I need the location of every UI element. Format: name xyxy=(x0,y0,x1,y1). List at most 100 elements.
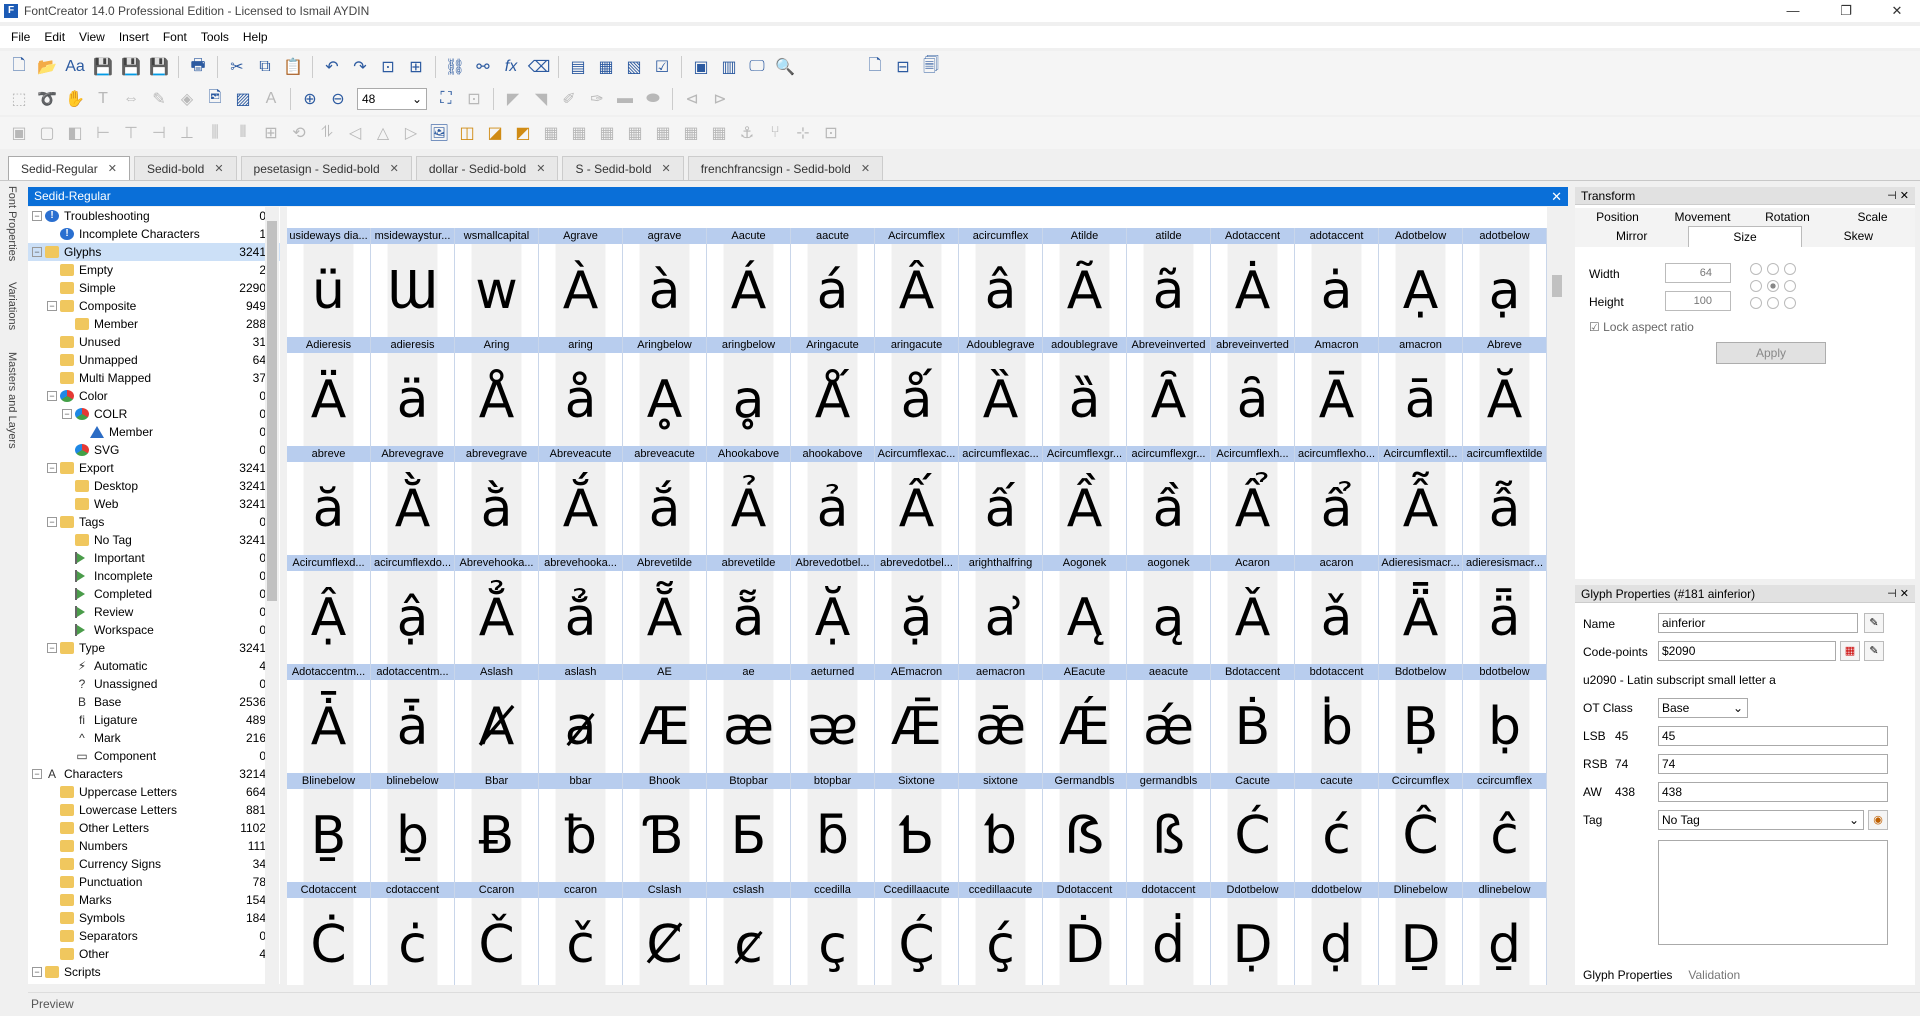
glyph-cell[interactable]: cdotaccent ċ xyxy=(371,882,455,985)
pin-close-icon[interactable]: ⊣ ✕ xyxy=(1887,585,1909,603)
search-icon[interactable]: 🔍 xyxy=(772,54,798,80)
tab-s[interactable]: S - Sedid-bold ✕ xyxy=(562,156,684,180)
glyph-cell[interactable]: cacute ć xyxy=(1295,773,1379,882)
glyph-cell[interactable]: Adotbelow Ạ xyxy=(1379,228,1463,337)
glyph-cell[interactable]: Acircumflexd... Ậ xyxy=(287,555,371,664)
tag-color-icon[interactable]: ◉ xyxy=(1868,810,1888,830)
tree-item[interactable]: ⚡ Automatic 4 xyxy=(28,657,280,675)
glyph-cell[interactable]: usideways dia... ü xyxy=(287,228,371,337)
print-icon[interactable]: 🖶 xyxy=(185,54,211,80)
glyph-cell[interactable]: acircumflexgr... ầ xyxy=(1127,446,1211,555)
glyph-cell[interactable]: Aslash Ⱥ xyxy=(455,664,539,773)
tab-scale[interactable]: Scale xyxy=(1830,208,1915,226)
glyph-cell[interactable]: sixtone ƅ xyxy=(959,773,1043,882)
menu-file[interactable]: File xyxy=(4,30,37,44)
glyph-cell[interactable]: Aogonek Ą xyxy=(1043,555,1127,664)
tree-item[interactable]: Other 4 xyxy=(28,945,280,963)
glyph-cell[interactable]: Acircumflextil... Ẫ xyxy=(1379,446,1463,555)
grid-1-icon[interactable]: ▦ xyxy=(538,120,564,146)
rsb-input[interactable]: 74 xyxy=(1658,754,1888,774)
glyph-cell[interactable]: Aringbelow Ḁ xyxy=(623,337,707,446)
glyph-cell[interactable]: Cdotaccent Ċ xyxy=(287,882,371,985)
metrics-icon[interactable]: ▦ xyxy=(593,54,619,80)
align-left-icon[interactable]: ⊢ xyxy=(90,120,116,146)
zoom-in-icon[interactable]: ⊕ xyxy=(297,86,323,112)
aw-input[interactable]: 438 xyxy=(1658,782,1888,802)
preview-icon[interactable]: ▣ xyxy=(688,54,714,80)
glyph-cell[interactable]: agrave à xyxy=(623,228,707,337)
tree-item[interactable]: ! Incomplete Characters 1 xyxy=(28,225,280,243)
zoom-selection-icon[interactable]: ⊡ xyxy=(461,86,487,112)
corner-icon[interactable]: ◤ xyxy=(500,86,526,112)
glyph-cell[interactable]: dlinebelow ḏ xyxy=(1463,882,1547,985)
glyph-cell[interactable]: Ahookabove Ả xyxy=(707,446,791,555)
glyph-cell[interactable]: Dlinebelow Ḏ xyxy=(1379,882,1463,985)
glyph-cell[interactable]: Atilde Ã xyxy=(1043,228,1127,337)
branch-icon[interactable]: ⑂ xyxy=(762,120,788,146)
rotate-icon[interactable]: ⟲ xyxy=(286,120,312,146)
tag-select[interactable]: No Tag ⌄ xyxy=(1658,810,1864,830)
grid-2-icon[interactable]: ▦ xyxy=(566,120,592,146)
glyph-cell[interactable]: Adoublegrave Ȁ xyxy=(959,337,1043,446)
notes-textarea[interactable] xyxy=(1658,840,1888,945)
tab-mirror[interactable]: Mirror xyxy=(1575,226,1689,247)
tree-item[interactable]: Other Letters 1102 xyxy=(28,819,280,837)
lock-aspect-checkbox[interactable]: ☑ Lock aspect ratio xyxy=(1589,320,1694,334)
zoom-select[interactable]: 48 ⌄ xyxy=(357,88,427,110)
tree-item[interactable]: − Type 3241 xyxy=(28,639,280,657)
tree-item[interactable]: Separators 0 xyxy=(28,927,280,945)
glyph-cell[interactable]: Acircumflexac... Ấ xyxy=(875,446,959,555)
close-icon[interactable]: ✕ xyxy=(536,162,545,175)
measure-icon[interactable]: ⇔ xyxy=(118,86,144,112)
close-window-icon[interactable]: ✕ xyxy=(1874,0,1920,22)
glyph-cell[interactable]: ccaron č xyxy=(539,882,623,985)
glyph-cell[interactable]: ccircumflex ĉ xyxy=(1463,773,1547,882)
align-top-icon[interactable]: ⊥ xyxy=(174,120,200,146)
glyph-cell[interactable]: Ddotaccent Ḋ xyxy=(1043,882,1127,985)
close-icon[interactable]: ✕ xyxy=(108,162,117,175)
side-tab-masters-layers[interactable]: Masters and Layers xyxy=(6,352,18,449)
tree-scrollbar[interactable] xyxy=(265,207,279,984)
merge-icon[interactable]: ⊞ xyxy=(258,120,284,146)
glyph-cell[interactable]: Abrevegrave Ằ xyxy=(371,446,455,555)
glyph-cell[interactable]: Adieresis Ä xyxy=(287,337,371,446)
glyph-cell[interactable]: acircumflexdo... ậ xyxy=(371,555,455,664)
glyph-cell[interactable]: Aringacute Ǻ xyxy=(791,337,875,446)
glyph-cell[interactable]: adotbelow ạ xyxy=(1463,228,1547,337)
glyph-cell[interactable]: aeacute ǽ xyxy=(1127,664,1211,773)
glyph-cell[interactable]: Adotaccentm... Ǡ xyxy=(287,664,371,773)
glyph-cell[interactable]: acaron ǎ xyxy=(1295,555,1379,664)
tree-item[interactable]: ﬁ Ligature 489 xyxy=(28,711,280,729)
select-icon[interactable]: ⬚ xyxy=(6,86,32,112)
forward-icon[interactable]: ⊳ xyxy=(707,86,733,112)
pen-icon[interactable]: ✎ xyxy=(146,86,172,112)
save-as-icon[interactable]: 💾 xyxy=(146,54,172,80)
grid-5-icon[interactable]: ▦ xyxy=(650,120,676,146)
collapse-icon[interactable]: − xyxy=(32,769,42,779)
glyph-cell[interactable]: adieresis ä xyxy=(371,337,455,446)
tree-item[interactable]: Currency Signs 34 xyxy=(28,855,280,873)
glyph-view-icon[interactable]: ▨ xyxy=(230,86,256,112)
triangle-left-icon[interactable]: ◁ xyxy=(342,120,368,146)
undo-icon[interactable]: ↶ xyxy=(319,54,345,80)
back-icon[interactable]: ⊲ xyxy=(679,86,705,112)
install-icon[interactable]: 🖵 xyxy=(744,54,770,80)
close-icon[interactable]: ✕ xyxy=(390,162,399,175)
glyph-cell[interactable]: ae æ xyxy=(707,664,791,773)
tree-item[interactable]: Important 0 xyxy=(28,549,280,567)
glyph-cell[interactable]: Ccedillaacute Ḉ xyxy=(875,882,959,985)
anchor-radio-center[interactable] xyxy=(1767,280,1779,292)
tree-item[interactable]: Review 0 xyxy=(28,603,280,621)
menu-insert[interactable]: Insert xyxy=(112,30,156,44)
edit-codepoints-icon[interactable]: ✎ xyxy=(1864,641,1884,661)
preview-bar[interactable]: Preview xyxy=(28,992,1920,1015)
node-icon[interactable]: ⊹ xyxy=(790,120,816,146)
validate-icon[interactable]: ☑ xyxy=(649,54,675,80)
tree-item[interactable]: Member 0 xyxy=(28,423,280,441)
tab-frenchfrancsign[interactable]: frenchfrancsign - Sedid-bold ✕ xyxy=(687,156,884,180)
zoom-out-icon[interactable]: ⊖ xyxy=(325,86,351,112)
tree-item[interactable]: Desktop 3241 xyxy=(28,477,280,495)
glyph-cell[interactable]: Acircumflex Â xyxy=(875,228,959,337)
tree-item[interactable]: SVG 0 xyxy=(28,441,280,459)
collapse-icon[interactable]: − xyxy=(32,247,42,257)
